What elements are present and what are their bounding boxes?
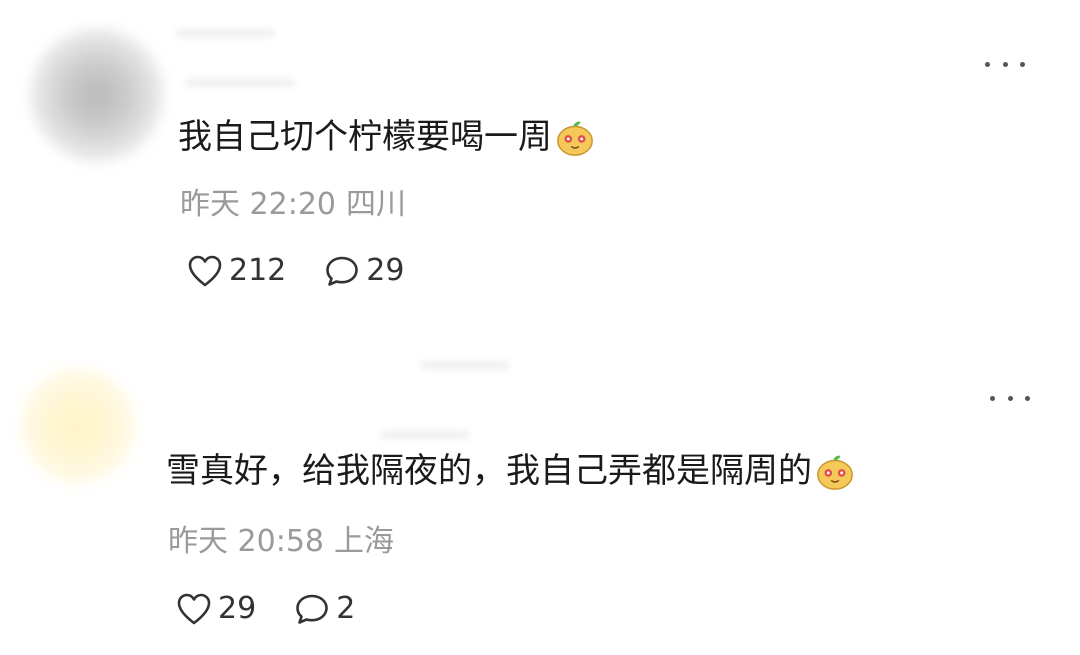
comment-text: 我自己切个柠檬要喝一周 [178, 116, 596, 158]
like-count: 29 [218, 591, 257, 626]
username-blurred[interactable] [420, 360, 510, 370]
more-dot [1020, 61, 1025, 67]
comment-meta: 昨天 20:58 上海 [168, 527, 394, 557]
more-dot [1007, 395, 1013, 401]
like-button[interactable]: 29 [176, 592, 256, 626]
comment-location: 上海 [334, 524, 394, 559]
reply-button[interactable]: 2 [294, 592, 355, 626]
avatar[interactable] [20, 368, 136, 484]
lemon-face-icon [817, 455, 853, 490]
comment-meta: 昨天 22:20 四川 [180, 190, 406, 220]
more-dot [990, 395, 995, 401]
heart-outline-icon [177, 593, 211, 625]
comment-actions: 212 29 [187, 254, 404, 288]
comment-body: 我自己切个柠檬要喝一周 [178, 117, 552, 157]
lemon-face-icon [557, 121, 593, 156]
like-count: 212 [229, 253, 287, 288]
comment-text: 雪真好，给我隔夜的，我自己弄都是隔周的 [166, 450, 856, 492]
username-blurred[interactable] [175, 28, 275, 38]
like-button[interactable]: 212 [187, 254, 286, 288]
more-options-button[interactable] [990, 388, 1030, 408]
more-dot [1002, 61, 1008, 67]
comment-location: 四川 [346, 187, 406, 222]
comment-body: 雪真好，给我隔夜的，我自己弄都是隔周的 [166, 451, 812, 491]
comment-time: 昨天 20:58 [168, 524, 324, 559]
reply-button[interactable]: 29 [324, 254, 404, 288]
more-dot [985, 61, 990, 67]
comment-time: 昨天 22:20 [180, 187, 336, 222]
more-options-button[interactable] [985, 54, 1025, 74]
subtitle-blurred [380, 430, 470, 440]
reply-count: 2 [336, 591, 356, 626]
more-dot [1025, 395, 1030, 401]
heart-outline-icon [188, 255, 222, 287]
reply-count: 29 [366, 253, 405, 288]
avatar[interactable] [30, 28, 164, 162]
subtitle-blurred [185, 78, 295, 88]
speech-bubble-icon [296, 594, 328, 624]
speech-bubble-icon [326, 256, 359, 286]
comment-actions: 29 2 [176, 592, 355, 626]
